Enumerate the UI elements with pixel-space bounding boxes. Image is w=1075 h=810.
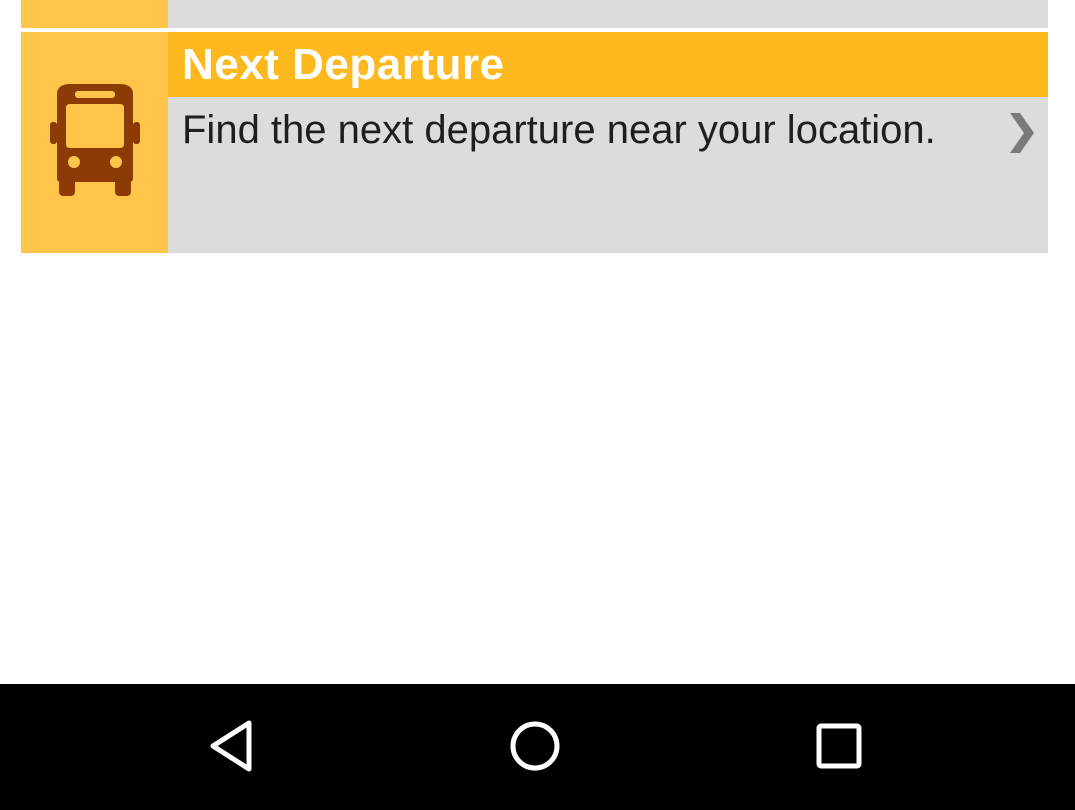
home-button[interactable]: [507, 720, 563, 776]
chevron-right-icon[interactable]: [1006, 111, 1036, 155]
recents-icon: [811, 718, 867, 779]
card-title-bar: Next Departure: [168, 32, 1048, 97]
home-icon: [507, 718, 563, 779]
card-title: Next Departure: [182, 39, 505, 89]
list-item-previous[interactable]: [21, 0, 1048, 28]
recents-button[interactable]: [811, 720, 867, 776]
card-description-row: Find the next departure near your locati…: [168, 97, 1048, 253]
screen: Next Departure Find the next departure n…: [0, 0, 1075, 810]
back-icon: [205, 718, 261, 779]
back-button[interactable]: [205, 720, 261, 776]
card-description: Find the next departure near your locati…: [182, 108, 936, 152]
system-navigation-bar: [0, 684, 1075, 810]
bus-icon: [47, 82, 143, 203]
list-item-icon-background: [21, 0, 168, 28]
card-icon-container: [21, 32, 168, 253]
card-body: Next Departure Find the next departure n…: [168, 32, 1048, 253]
next-departure-card[interactable]: Next Departure Find the next departure n…: [21, 32, 1048, 253]
list-item-body: [168, 0, 1048, 28]
